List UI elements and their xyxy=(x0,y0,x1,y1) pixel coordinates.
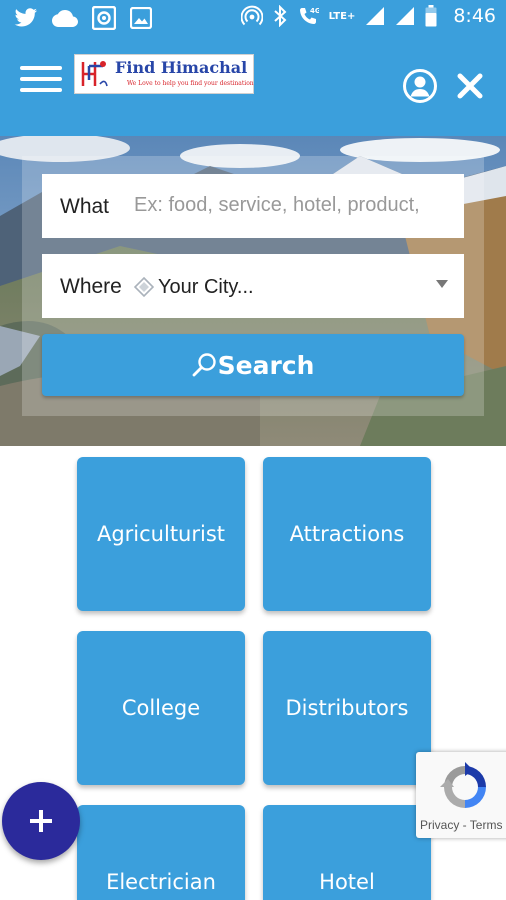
category-label: Electrician xyxy=(106,870,216,894)
signal-icon-2 xyxy=(396,7,415,25)
where-select[interactable]: Your City... xyxy=(158,276,254,299)
twitter-icon xyxy=(14,8,38,27)
add-fab-button[interactable] xyxy=(2,782,80,860)
chevron-down-icon[interactable] xyxy=(436,280,448,290)
user-icon[interactable] xyxy=(402,68,438,104)
clock-time: 8:46 xyxy=(453,5,496,27)
logo-title: Find Himachal xyxy=(115,58,248,77)
category-label: College xyxy=(121,696,201,720)
plus-icon-vertical xyxy=(39,810,43,832)
where-field[interactable]: Where Your City... xyxy=(42,254,464,318)
category-tile-hotel[interactable]: Hotel xyxy=(263,805,431,900)
search-button[interactable]: Search xyxy=(42,334,464,396)
menu-icon-bar xyxy=(20,66,62,70)
what-field[interactable]: What Ex: food, service, hotel, product, xyxy=(42,174,464,238)
category-label: Distributors xyxy=(285,696,409,720)
category-tile-agriculturist[interactable]: Agriculturist xyxy=(77,457,245,611)
wifi-call-icon: 4G xyxy=(299,7,319,24)
app-header: Find Himachal We Love to help you find y… xyxy=(0,34,506,136)
recaptcha-logo-icon xyxy=(440,762,486,808)
category-tile-attractions[interactable]: Attractions xyxy=(263,457,431,611)
where-label: Where xyxy=(60,275,122,298)
status-bar: 4G LTE+ 8:46 xyxy=(0,0,506,34)
menu-button[interactable] xyxy=(20,60,62,94)
category-label: Attractions xyxy=(289,522,405,546)
search-button-label: Search xyxy=(217,350,315,380)
bluetooth-icon xyxy=(273,5,287,27)
what-input[interactable]: Ex: food, service, hotel, product, xyxy=(134,194,450,217)
category-tile-distributors[interactable]: Distributors xyxy=(263,631,431,785)
recaptcha-badge[interactable]: Privacy - Terms xyxy=(416,752,506,838)
category-label: Hotel xyxy=(319,870,375,894)
screencast-icon xyxy=(92,6,116,30)
what-label: What xyxy=(60,195,110,218)
logo-tagline: We Love to help you find your destinatio… xyxy=(127,80,254,87)
network-small-label: 4G xyxy=(310,7,319,15)
hero-banner: What Ex: food, service, hotel, product, … xyxy=(0,136,506,446)
hotspot-icon xyxy=(240,5,263,26)
cloud-icon xyxy=(52,10,78,27)
site-logo[interactable]: Find Himachal We Love to help you find y… xyxy=(74,54,254,94)
menu-icon-bar xyxy=(20,77,62,81)
location-crosshair-icon xyxy=(134,277,154,297)
category-label: Agriculturist xyxy=(96,522,226,546)
category-tile-electrician[interactable]: Electrician xyxy=(77,805,245,900)
recaptcha-privacy-terms-link[interactable]: Privacy - Terms xyxy=(420,818,502,832)
signal-icon xyxy=(366,7,385,25)
logo-mark-icon xyxy=(81,61,108,87)
network-type-label: LTE+ xyxy=(328,10,356,22)
battery-icon xyxy=(425,5,437,27)
category-tile-college[interactable]: College xyxy=(77,631,245,785)
menu-icon-bar xyxy=(20,88,62,92)
close-icon[interactable] xyxy=(456,72,484,100)
image-icon xyxy=(130,7,152,29)
search-icon xyxy=(192,353,216,377)
